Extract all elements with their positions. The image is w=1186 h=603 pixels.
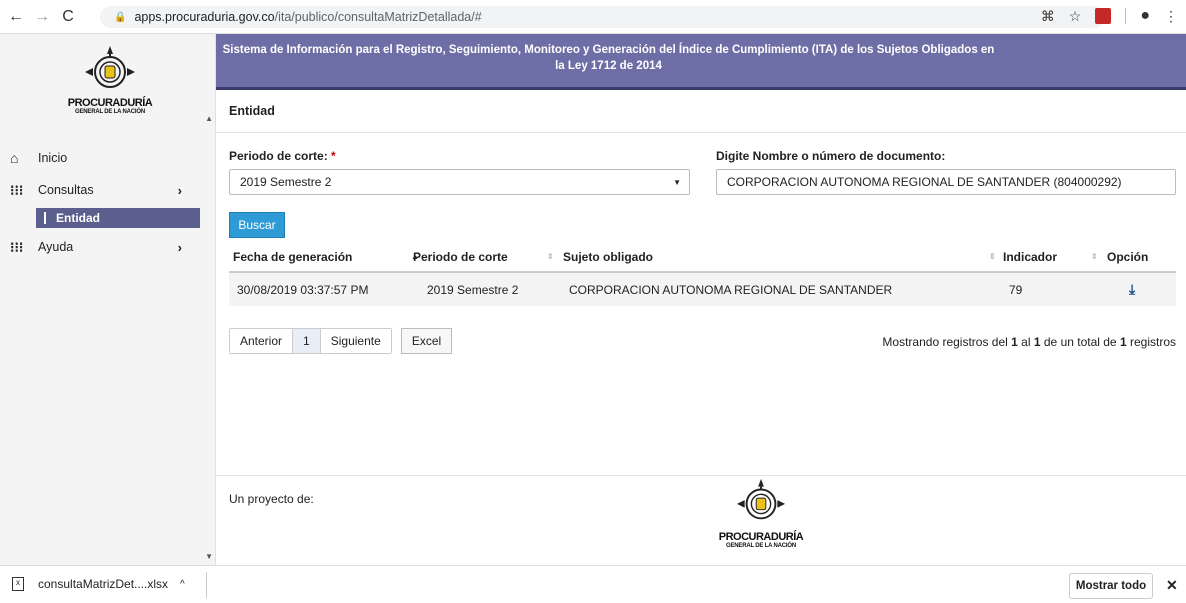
pagination-page-1[interactable]: 1 (293, 329, 321, 353)
grid-icon: ⁝⁝⁝ (10, 238, 24, 255)
download-item[interactable]: x consultaMatrizDet....xlsx ^ (12, 577, 185, 591)
sidebar: PROCURADURÍA GENERAL DE LA NACIÓN ▲ ▼ ⌂ … (0, 34, 216, 565)
pagination-next[interactable]: Siguiente (320, 329, 391, 353)
chevron-up-icon[interactable]: ^ (180, 579, 185, 590)
sidebar-item-inicio[interactable]: ⌂ Inicio (0, 146, 204, 170)
column-header-periodo[interactable]: Periodo de corte ⇕ (409, 242, 559, 273)
cell-periodo: 2019 Semestre 2 (409, 272, 559, 306)
search-button[interactable]: Buscar (229, 212, 285, 238)
translate-icon[interactable]: ⌘ (1041, 8, 1055, 25)
periodo-label: Periodo de corte: * (229, 149, 336, 163)
chevron-right-icon: › (177, 182, 182, 198)
sidebar-item-label: Ayuda (38, 240, 74, 254)
sidebar-item-label: Entidad (56, 211, 100, 225)
scroll-up-icon[interactable]: ▲ (205, 114, 213, 123)
address-bar[interactable]: 🔒 apps.procuraduria.gov.co/ita/publico/c… (100, 6, 1105, 28)
grid-icon: ⁝⁝⁝ (10, 181, 24, 198)
cell-opcion: ⤓ (1103, 272, 1176, 306)
logo-title: PROCURADURÍA (718, 531, 804, 543)
star-icon[interactable]: ☆ (1069, 8, 1082, 25)
toolbar-divider (1125, 8, 1127, 24)
shield-emblem-icon (736, 478, 786, 520)
home-icon: ⌂ (10, 150, 19, 166)
lock-icon: 🔒 (114, 11, 127, 23)
chevron-right-icon: › (177, 239, 182, 255)
excel-export-button[interactable]: Excel (401, 328, 452, 354)
close-icon[interactable]: ✕ (1166, 577, 1178, 594)
dropdown-caret-icon: ▼ (673, 177, 681, 187)
account-icon[interactable]: ● (1140, 7, 1150, 25)
document-label: Digite Nombre o número de documento: (716, 149, 946, 163)
show-all-button[interactable]: Mostrar todo (1069, 573, 1153, 599)
title-line-1: Sistema de Información para el Registro,… (222, 44, 995, 56)
footer-divider (216, 475, 1186, 476)
sidebar-scrollbar[interactable]: ▲ ▼ (203, 108, 215, 563)
downloads-divider (206, 572, 207, 598)
cell-sujeto: CORPORACION AUTONOMA REGIONAL DE SANTAND… (559, 272, 999, 306)
footer-text: Un proyecto de: (229, 492, 314, 506)
reload-icon[interactable]: C (58, 7, 78, 27)
table-header-row: Fecha de generación ▲ Periodo de corte ⇕… (229, 242, 1176, 273)
sort-icon: ⇕ (989, 252, 996, 261)
periodo-selected-value: 2019 Semestre 2 (240, 175, 332, 189)
menu-icon[interactable]: ⋮ (1164, 8, 1178, 25)
download-filename: consultaMatrizDet....xlsx (38, 577, 169, 591)
footer-logo: PROCURADURÍA GENERAL DE LA NACIÓN (716, 477, 806, 550)
document-input-value: CORPORACION AUTONOMA REGIONAL DE SANTAND… (727, 175, 1122, 189)
downloads-bar: x consultaMatrizDet....xlsx ^ Mostrar to… (0, 565, 1186, 603)
shield-emblem-icon (85, 46, 135, 88)
sort-icon: ⇕ (1091, 252, 1098, 261)
page-header: Sistema de Información para el Registro,… (216, 34, 1186, 90)
periodo-select[interactable]: 2019 Semestre 2 ▼ (229, 169, 690, 195)
logo-subtitle: GENERAL DE LA NACIÓN (74, 109, 145, 115)
cell-indicador: 79 (999, 272, 1103, 306)
records-info: Mostrando registros del 1 al 1 de un tot… (882, 335, 1176, 349)
procuraduria-logo: PROCURADURÍA GENERAL DE LA NACIÓN (60, 44, 160, 134)
table-row: 30/08/2019 03:37:57 PM 2019 Semestre 2 C… (229, 272, 1176, 306)
section-title: Entidad (229, 104, 275, 118)
scroll-down-icon[interactable]: ▼ (205, 552, 213, 561)
pagination: Anterior 1 Siguiente (229, 328, 392, 354)
pdf-extension-icon[interactable] (1095, 8, 1112, 24)
divider (216, 132, 1186, 133)
sidebar-item-label: Inicio (38, 151, 68, 165)
column-header-indicador[interactable]: Indicador ⇕ (999, 242, 1103, 273)
title-line-2: la Ley 1712 de 2014 (555, 60, 662, 72)
sidebar-item-label: Consultas (38, 183, 94, 197)
url-text: apps.procuraduria.gov.co/ita/publico/con… (134, 10, 482, 24)
back-icon[interactable]: ← (6, 7, 26, 27)
excel-file-icon: x (12, 577, 24, 591)
sidebar-item-consultas[interactable]: ⁝⁝⁝ Consultas › (0, 178, 204, 202)
column-header-sujeto[interactable]: Sujeto obligado ⇕ (559, 242, 999, 273)
logo-title: PROCURADURÍA (67, 97, 153, 109)
results-table: Fecha de generación ▲ Periodo de corte ⇕… (229, 242, 1176, 306)
sidebar-subitem-entidad[interactable]: Entidad (36, 208, 200, 228)
active-indicator (44, 212, 46, 224)
download-icon[interactable]: ⤓ (1129, 281, 1135, 297)
sort-icon: ⇕ (547, 252, 554, 261)
logo-subtitle: GENERAL DE LA NACIÓN (725, 543, 796, 549)
document-input[interactable]: CORPORACION AUTONOMA REGIONAL DE SANTAND… (716, 169, 1176, 195)
column-header-opcion: Opción (1103, 242, 1176, 273)
pagination-previous[interactable]: Anterior (230, 329, 294, 353)
column-header-fecha[interactable]: Fecha de generación ▲ (229, 242, 419, 273)
browser-toolbar: ← → C 🔒 apps.procuraduria.gov.co/ita/pub… (0, 0, 1186, 34)
sidebar-item-ayuda[interactable]: ⁝⁝⁝ Ayuda › (0, 235, 204, 259)
page-title: Sistema de Información para el Registro,… (216, 42, 1001, 74)
forward-icon[interactable]: → (32, 7, 52, 27)
cell-fecha: 30/08/2019 03:37:57 PM (229, 272, 409, 306)
